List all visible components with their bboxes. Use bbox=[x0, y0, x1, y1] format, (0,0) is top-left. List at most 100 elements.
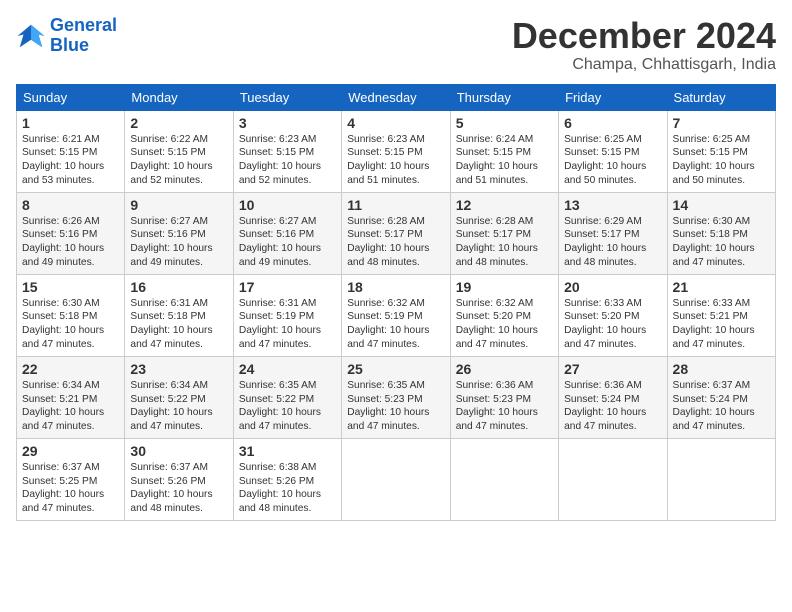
day-info: Sunrise: 6:23 AM Sunset: 5:15 PM Dayligh… bbox=[239, 133, 336, 188]
day-info: Sunrise: 6:27 AM Sunset: 5:16 PM Dayligh… bbox=[239, 215, 336, 270]
day-info: Sunrise: 6:30 AM Sunset: 5:18 PM Dayligh… bbox=[22, 297, 119, 352]
calendar-weekday: Friday bbox=[559, 84, 667, 110]
calendar-day-cell: 4 Sunrise: 6:23 AM Sunset: 5:15 PM Daylig… bbox=[342, 110, 450, 192]
day-info: Sunrise: 6:36 AM Sunset: 5:23 PM Dayligh… bbox=[456, 379, 553, 434]
day-info: Sunrise: 6:34 AM Sunset: 5:22 PM Dayligh… bbox=[130, 379, 227, 434]
calendar-day-cell: 7Sunrise: 6:25 AM Sunset: 5:15 PM Daylig… bbox=[667, 110, 775, 192]
calendar-day-cell: 13 Sunrise: 6:29 AM Sunset: 5:17 PM Dayli… bbox=[559, 192, 667, 274]
calendar-day-cell bbox=[450, 438, 558, 520]
calendar-weekday: Saturday bbox=[667, 84, 775, 110]
logo-text: General Blue bbox=[50, 16, 117, 56]
calendar-day-cell: 21Sunrise: 6:33 AM Sunset: 5:21 PM Dayli… bbox=[667, 274, 775, 356]
month-title: December 2024 bbox=[512, 16, 776, 56]
calendar-day-cell: 16Sunrise: 6:31 AM Sunset: 5:18 PM Dayli… bbox=[125, 274, 233, 356]
logo-icon bbox=[16, 21, 46, 51]
day-info: Sunrise: 6:38 AM Sunset: 5:26 PM Dayligh… bbox=[239, 461, 336, 516]
calendar-body: 1 Sunrise: 6:21 AM Sunset: 5:15 PM Daylig… bbox=[17, 110, 776, 520]
calendar-header-row: SundayMondayTuesdayWednesdayThursdayFrid… bbox=[17, 84, 776, 110]
day-number: 13 bbox=[564, 197, 661, 213]
day-number: 27 bbox=[564, 361, 661, 377]
day-info: Sunrise: 6:21 AM Sunset: 5:15 PM Dayligh… bbox=[22, 133, 119, 188]
day-info: Sunrise: 6:33 AM Sunset: 5:20 PM Dayligh… bbox=[564, 297, 661, 352]
calendar-day-cell: 12 Sunrise: 6:28 AM Sunset: 5:17 PM Dayli… bbox=[450, 192, 558, 274]
calendar-day-cell: 30 Sunrise: 6:37 AM Sunset: 5:26 PM Dayli… bbox=[125, 438, 233, 520]
day-number: 8 bbox=[22, 197, 119, 213]
day-number: 24 bbox=[239, 361, 336, 377]
logo: General Blue bbox=[16, 16, 117, 56]
day-number: 26 bbox=[456, 361, 553, 377]
calendar-day-cell: 23 Sunrise: 6:34 AM Sunset: 5:22 PM Dayli… bbox=[125, 356, 233, 438]
calendar-weekday: Tuesday bbox=[233, 84, 341, 110]
day-info: Sunrise: 6:32 AM Sunset: 5:20 PM Dayligh… bbox=[456, 297, 553, 352]
page: General Blue December 2024 Champa, Chhat… bbox=[0, 0, 792, 612]
location-title: Champa, Chhattisgarh, India bbox=[512, 56, 776, 74]
calendar-weekday: Sunday bbox=[17, 84, 125, 110]
day-number: 29 bbox=[22, 443, 119, 459]
day-number: 1 bbox=[22, 115, 119, 131]
day-info: Sunrise: 6:30 AM Sunset: 5:18 PM Dayligh… bbox=[673, 215, 770, 270]
title-block: December 2024 Champa, Chhattisgarh, Indi… bbox=[512, 16, 776, 74]
day-info: Sunrise: 6:37 AM Sunset: 5:26 PM Dayligh… bbox=[130, 461, 227, 516]
day-info: Sunrise: 6:31 AM Sunset: 5:19 PM Dayligh… bbox=[239, 297, 336, 352]
day-number: 10 bbox=[239, 197, 336, 213]
calendar-day-cell: 18 Sunrise: 6:32 AM Sunset: 5:19 PM Dayli… bbox=[342, 274, 450, 356]
calendar-day-cell: 28 Sunrise: 6:37 AM Sunset: 5:24 PM Dayli… bbox=[667, 356, 775, 438]
calendar-day-cell: 17Sunrise: 6:31 AM Sunset: 5:19 PM Dayli… bbox=[233, 274, 341, 356]
day-info: Sunrise: 6:29 AM Sunset: 5:17 PM Dayligh… bbox=[564, 215, 661, 270]
day-info: Sunrise: 6:25 AM Sunset: 5:15 PM Dayligh… bbox=[564, 133, 661, 188]
day-number: 18 bbox=[347, 279, 444, 295]
day-number: 23 bbox=[130, 361, 227, 377]
day-number: 19 bbox=[456, 279, 553, 295]
day-number: 31 bbox=[239, 443, 336, 459]
calendar-day-cell: 22 Sunrise: 6:34 AM Sunset: 5:21 PM Dayli… bbox=[17, 356, 125, 438]
day-info: Sunrise: 6:28 AM Sunset: 5:17 PM Dayligh… bbox=[456, 215, 553, 270]
day-info: Sunrise: 6:37 AM Sunset: 5:24 PM Dayligh… bbox=[673, 379, 770, 434]
calendar-day-cell: 8 Sunrise: 6:26 AM Sunset: 5:16 PM Daylig… bbox=[17, 192, 125, 274]
day-info: Sunrise: 6:35 AM Sunset: 5:23 PM Dayligh… bbox=[347, 379, 444, 434]
calendar-day-cell bbox=[342, 438, 450, 520]
calendar-day-cell: 3 Sunrise: 6:23 AM Sunset: 5:15 PM Daylig… bbox=[233, 110, 341, 192]
day-info: Sunrise: 6:34 AM Sunset: 5:21 PM Dayligh… bbox=[22, 379, 119, 434]
calendar-day-cell: 9Sunrise: 6:27 AM Sunset: 5:16 PM Daylig… bbox=[125, 192, 233, 274]
calendar-day-cell: 10 Sunrise: 6:27 AM Sunset: 5:16 PM Dayli… bbox=[233, 192, 341, 274]
header: General Blue December 2024 Champa, Chhat… bbox=[16, 16, 776, 74]
calendar-day-cell: 5Sunrise: 6:24 AM Sunset: 5:15 PM Daylig… bbox=[450, 110, 558, 192]
day-number: 30 bbox=[130, 443, 227, 459]
day-number: 20 bbox=[564, 279, 661, 295]
day-info: Sunrise: 6:27 AM Sunset: 5:16 PM Dayligh… bbox=[130, 215, 227, 270]
day-info: Sunrise: 6:23 AM Sunset: 5:15 PM Dayligh… bbox=[347, 133, 444, 188]
day-info: Sunrise: 6:22 AM Sunset: 5:15 PM Dayligh… bbox=[130, 133, 227, 188]
day-number: 28 bbox=[673, 361, 770, 377]
calendar-day-cell: 15Sunrise: 6:30 AM Sunset: 5:18 PM Dayli… bbox=[17, 274, 125, 356]
day-number: 22 bbox=[22, 361, 119, 377]
calendar-week-row: 8 Sunrise: 6:26 AM Sunset: 5:16 PM Daylig… bbox=[17, 192, 776, 274]
calendar-day-cell: 24Sunrise: 6:35 AM Sunset: 5:22 PM Dayli… bbox=[233, 356, 341, 438]
calendar-day-cell: 20 Sunrise: 6:33 AM Sunset: 5:20 PM Dayli… bbox=[559, 274, 667, 356]
calendar-day-cell bbox=[667, 438, 775, 520]
day-number: 14 bbox=[673, 197, 770, 213]
calendar-weekday: Monday bbox=[125, 84, 233, 110]
calendar-table: SundayMondayTuesdayWednesdayThursdayFrid… bbox=[16, 84, 776, 521]
day-info: Sunrise: 6:33 AM Sunset: 5:21 PM Dayligh… bbox=[673, 297, 770, 352]
day-number: 12 bbox=[456, 197, 553, 213]
day-info: Sunrise: 6:28 AM Sunset: 5:17 PM Dayligh… bbox=[347, 215, 444, 270]
day-number: 3 bbox=[239, 115, 336, 131]
day-info: Sunrise: 6:37 AM Sunset: 5:25 PM Dayligh… bbox=[22, 461, 119, 516]
calendar-week-row: 15Sunrise: 6:30 AM Sunset: 5:18 PM Dayli… bbox=[17, 274, 776, 356]
calendar-day-cell: 11 Sunrise: 6:28 AM Sunset: 5:17 PM Dayli… bbox=[342, 192, 450, 274]
day-info: Sunrise: 6:26 AM Sunset: 5:16 PM Dayligh… bbox=[22, 215, 119, 270]
calendar-day-cell: 27Sunrise: 6:36 AM Sunset: 5:24 PM Dayli… bbox=[559, 356, 667, 438]
calendar-day-cell: 19 Sunrise: 6:32 AM Sunset: 5:20 PM Dayli… bbox=[450, 274, 558, 356]
day-number: 2 bbox=[130, 115, 227, 131]
day-info: Sunrise: 6:31 AM Sunset: 5:18 PM Dayligh… bbox=[130, 297, 227, 352]
calendar-day-cell: 2 Sunrise: 6:22 AM Sunset: 5:15 PM Daylig… bbox=[125, 110, 233, 192]
calendar-week-row: 22 Sunrise: 6:34 AM Sunset: 5:21 PM Dayli… bbox=[17, 356, 776, 438]
calendar-weekday: Thursday bbox=[450, 84, 558, 110]
day-number: 5 bbox=[456, 115, 553, 131]
calendar-day-cell: 31 Sunrise: 6:38 AM Sunset: 5:26 PM Dayli… bbox=[233, 438, 341, 520]
day-number: 11 bbox=[347, 197, 444, 213]
calendar-day-cell: 6Sunrise: 6:25 AM Sunset: 5:15 PM Daylig… bbox=[559, 110, 667, 192]
day-number: 4 bbox=[347, 115, 444, 131]
day-info: Sunrise: 6:32 AM Sunset: 5:19 PM Dayligh… bbox=[347, 297, 444, 352]
calendar-day-cell bbox=[559, 438, 667, 520]
